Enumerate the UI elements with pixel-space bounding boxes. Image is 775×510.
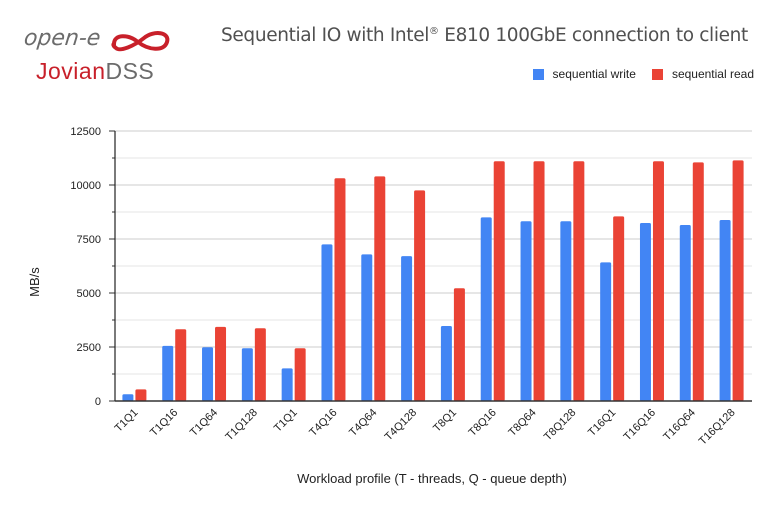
y-tick-label: 0 [95,396,101,408]
x-tick-label: T4Q64 [347,407,379,439]
bar-sequential-write [440,326,452,401]
y-axis-title: MB/s [27,267,42,297]
bar-sequential-write [480,217,492,401]
bar-sequential-write [361,254,373,401]
bar-sequential-write [600,262,612,401]
bar-sequential-read [135,389,147,401]
bar-sequential-read [493,161,505,401]
bar-sequential-read [613,216,625,401]
x-tick-label: T1Q1 [113,407,141,435]
bar-sequential-write [679,224,691,401]
bar-chart: 02500500075001000012500 T1Q1 T1Q16 T1Q64 T1… [27,126,752,486]
x-tick-label: T16Q16 [621,407,658,444]
bar-sequential-read [652,161,664,401]
x-tick-label: T8Q1 [431,407,459,435]
bar-sequential-read [692,162,704,401]
bar-sequential-write [281,368,293,401]
bar-sequential-read [254,328,266,401]
x-tick-label: T8Q64 [506,407,538,439]
bar-sequential-read [294,348,306,401]
y-tick-label: 7500 [77,234,101,246]
bar-sequential-read [374,176,386,401]
y-tick-label: 12500 [70,126,101,138]
x-tick-labels: T1Q1 T1Q16 T1Q64 T1Q128 T1Q1 T4Q16 T4Q64 T4Q128… [113,407,738,448]
bar-sequential-write [241,348,253,401]
bar-sequential-read [533,161,545,401]
x-tick-label: T16Q1 [586,407,618,439]
x-tick-label: T4Q128 [383,407,420,444]
bar-sequential-read [414,190,426,401]
bar-sequential-write [321,244,333,401]
x-tick-label: T1Q64 [188,407,220,439]
x-axis-title: Workload profile (T - threads, Q - queue… [297,471,567,486]
x-tick-label: T8Q16 [467,407,499,439]
bar-sequential-write [560,221,572,401]
bar-sequential-read [573,161,585,401]
x-tick-label: T4Q16 [307,407,339,439]
x-tick-label: T16Q128 [697,407,738,448]
bar-sequential-write [719,219,731,401]
x-tick-label: T1Q16 [148,407,180,439]
x-tick-label: T16Q64 [661,407,698,444]
bar-sequential-write [520,221,532,401]
bar-sequential-read [175,329,187,401]
bar-sequential-write [401,256,413,401]
y-tick-label: 5000 [77,288,101,300]
bar-sequential-read [334,178,346,401]
bar-sequential-write [122,394,134,401]
bar-sequential-write [639,223,651,401]
bar-sequential-write [162,345,174,401]
x-tick-label: T8Q128 [542,407,579,444]
y-tick-label: 10000 [70,180,101,192]
bar-sequential-read [453,288,465,401]
bar-sequential-read [732,160,744,401]
x-tick-label: T1Q128 [223,407,260,444]
bar-sequential-write [202,347,214,401]
bar-sequential-read [215,326,227,401]
y-tick-label: 2500 [77,342,101,354]
bars [122,160,744,401]
y-tick-labels: 0 2500 5000 7500 10000 12500 [70,126,101,408]
x-tick-label: T1Q1 [272,407,300,435]
